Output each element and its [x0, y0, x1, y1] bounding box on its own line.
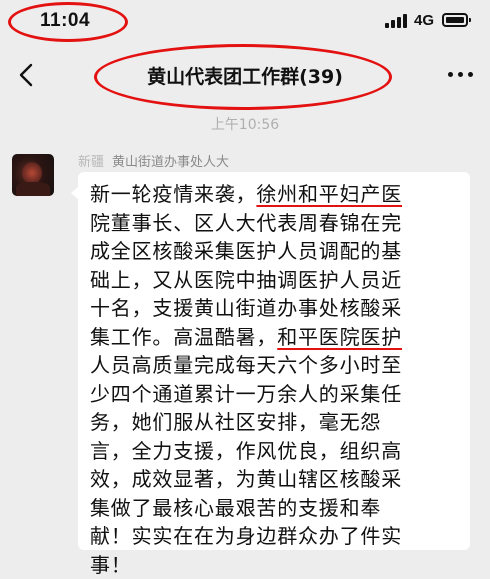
highlighted-text: 和平医院医护 — [277, 325, 402, 349]
message-line: 院董事长、区人大代表周春锦在完 — [90, 209, 459, 238]
message-line: 效，成效显著，为黄山辖区核酸采 — [90, 465, 459, 494]
message-line: 础上，又从医院中抽调医护人员近 — [90, 266, 459, 295]
message-line: 务，她们服从社区安排，毫无怨 — [90, 408, 459, 437]
message-text: 人员高质量完成每天六个多小时至 — [90, 353, 402, 377]
message-text: 献！实实在在为身边群众办了件实 — [90, 524, 402, 548]
ellipsis-icon[interactable] — [448, 72, 474, 78]
message-text: 效，成效显著，为黄山辖区核酸采 — [90, 467, 402, 491]
status-bar: 11:04 4G — [0, 0, 490, 44]
message-line: 集工作。高温酷暑，和平医院医护 — [90, 323, 459, 352]
message-text: 事！ — [90, 553, 132, 577]
status-time: 11:04 — [40, 10, 90, 32]
sender-name-blurred: 新疆 — [78, 155, 104, 170]
message-line: 十名，支援黄山街道办事处核酸采 — [90, 294, 459, 323]
signal-icon — [385, 14, 407, 28]
message-line: 新一轮疫情来袭，徐州和平妇产医 — [90, 180, 459, 209]
message-text: 少四个通道累计一万余人的采集任 — [90, 382, 402, 406]
group-title: 黄山代表团工作群(39) — [0, 62, 490, 89]
battery-icon — [442, 13, 468, 27]
message-timestamp: 上午10:56 — [0, 114, 490, 134]
message-text: 成全区核酸采集医护人员调配的基 — [90, 239, 402, 263]
message-line: 言，全力支援，作风优良，组织高 — [90, 437, 459, 466]
message-text: 十名，支援黄山街道办事处核酸采 — [90, 296, 402, 320]
avatar[interactable] — [12, 154, 54, 196]
message-text: 院董事长、区人大代表周春锦在完 — [90, 211, 402, 235]
sender-group-nickname: 黄山街道办事处人大 — [112, 155, 229, 170]
network-type: 4G — [414, 12, 434, 29]
message-text: 集工作。高温酷暑， — [90, 325, 277, 349]
message-line: 集做了最核心最艰苦的支援和奉 — [90, 494, 459, 523]
message-bubble[interactable]: 新一轮疫情来袭，徐州和平妇产医院董事长、区人大代表周春锦在完成全区核酸采集医护人… — [78, 172, 470, 550]
sender-name: 新疆黄山街道办事处人大 — [78, 151, 229, 170]
message-line: 人员高质量完成每天六个多小时至 — [90, 351, 459, 380]
message-line: 献！实实在在为身边群众办了件实 — [90, 522, 459, 551]
message-text: 集做了最核心最艰苦的支援和奉 — [90, 496, 381, 520]
message-text: 新一轮疫情来袭， — [90, 182, 256, 206]
message-text: 础上，又从医院中抽调医护人员近 — [90, 268, 402, 292]
message-line: 少四个通道累计一万余人的采集任 — [90, 380, 459, 409]
message-text: 务，她们服从社区安排，毫无怨 — [90, 410, 381, 434]
message-text: 言，全力支援，作风优良，组织高 — [90, 439, 402, 463]
highlighted-text: 徐州和平妇产医 — [256, 182, 402, 206]
message-line: 成全区核酸采集医护人员调配的基 — [90, 237, 459, 266]
chat-header: 黄山代表团工作群(39) — [0, 44, 490, 106]
